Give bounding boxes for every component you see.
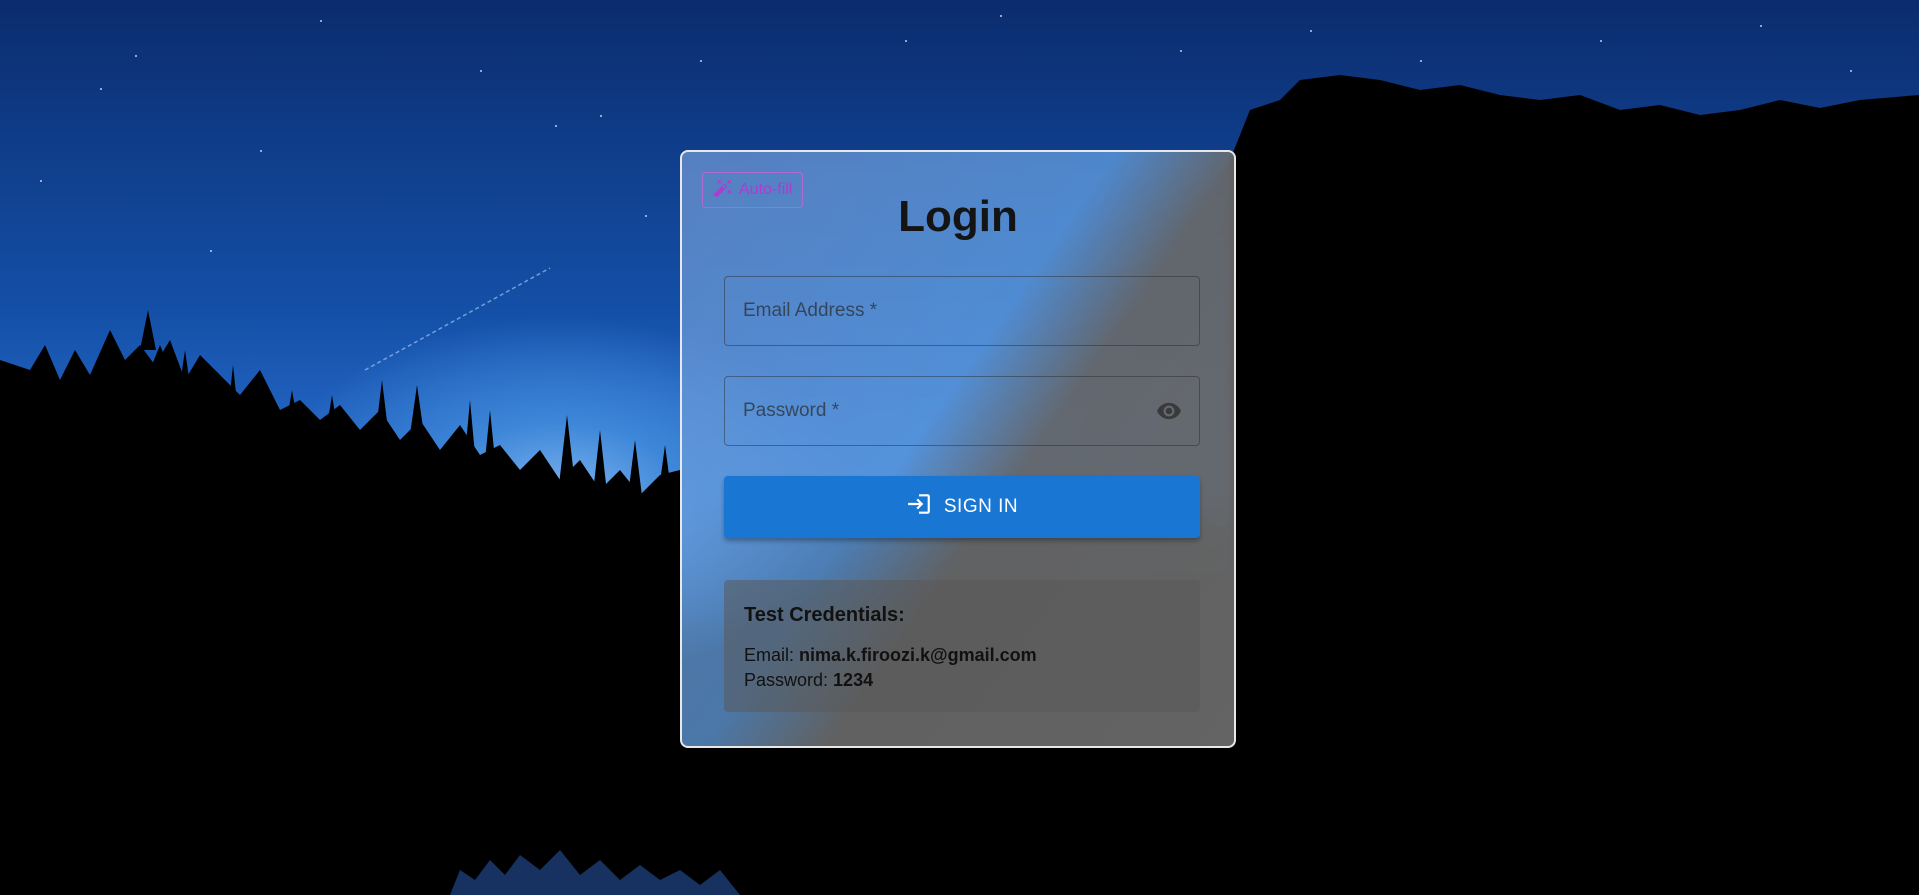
password-field[interactable] — [741, 399, 1156, 423]
page-title: Login — [898, 192, 1018, 241]
credentials-email-label: Email: — [744, 645, 800, 665]
email-field[interactable] — [741, 299, 1183, 323]
credentials-password-line: Password: 1234 — [744, 668, 1180, 693]
login-card: Auto-fill Login SIGN IN Test Credentials… — [680, 150, 1236, 748]
test-credentials-box: Test Credentials: Email: nima.k.firoozi.… — [724, 580, 1200, 712]
sign-in-label: SIGN IN — [943, 496, 1019, 517]
eye-icon[interactable] — [1155, 396, 1183, 426]
credentials-heading: Test Credentials: — [744, 604, 905, 626]
credentials-email-line: Email: nima.k.firoozi.k@gmail.com — [744, 643, 1180, 668]
credentials-email-value: nima.k.firoozi.k@gmail.com — [799, 645, 1037, 665]
login-icon — [906, 491, 932, 523]
email-field-container[interactable] — [724, 276, 1200, 346]
sign-in-button[interactable]: SIGN IN — [724, 476, 1200, 538]
credentials-password-label: Password: — [744, 670, 834, 690]
credentials-password-value: 1234 — [833, 670, 874, 690]
password-field-container[interactable] — [724, 376, 1200, 446]
